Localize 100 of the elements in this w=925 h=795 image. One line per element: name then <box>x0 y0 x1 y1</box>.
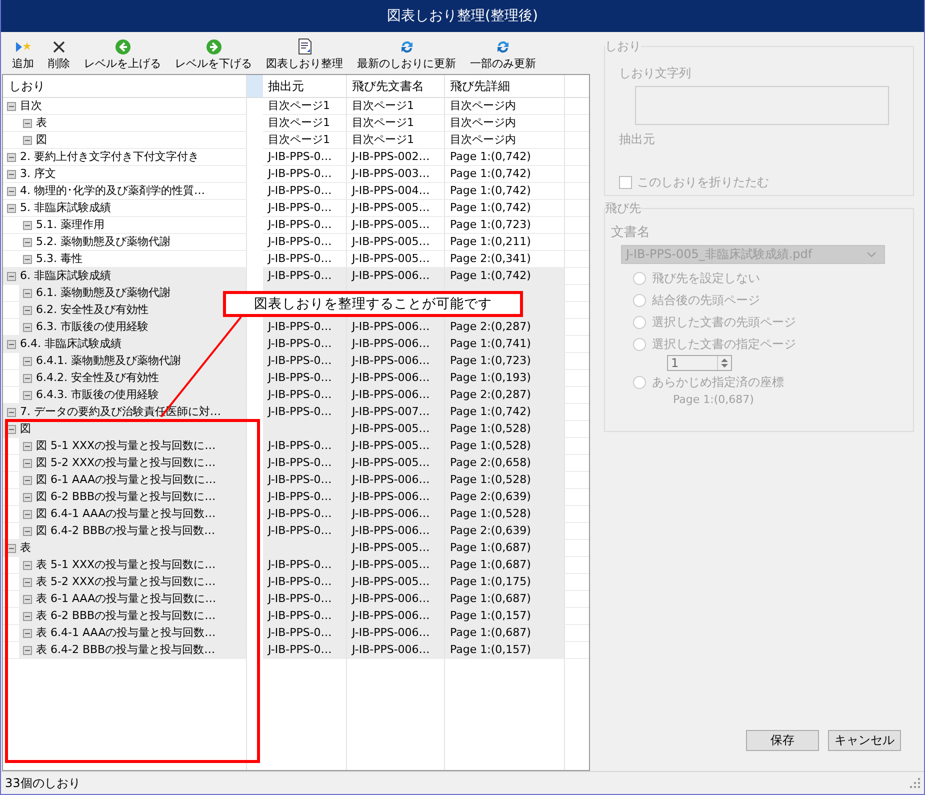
table-cell: J-IB-PPS-006… <box>347 353 445 370</box>
resize-grip-icon <box>910 778 920 788</box>
table-cell: J-IB-PPS-0… <box>263 404 347 421</box>
tree-row[interactable]: 図 6-2 BBBの投与量と投与回数に… <box>19 489 246 505</box>
table-cell: J-IB-PPS-0… <box>263 336 347 353</box>
table-cell: Page 1:(0,742) <box>445 166 565 183</box>
tree-row[interactable]: 3. 序文 <box>3 166 246 182</box>
table-cell: J-IB-PPS-0… <box>263 217 347 234</box>
table-cell: Page 1:(0,157) <box>445 608 565 625</box>
collapse-icon <box>23 390 32 400</box>
tree-row[interactable]: 図 5-2 XXXの投与量と投与回数に… <box>19 455 246 471</box>
toolbar-button[interactable]: 図表しおり整理 <box>262 38 347 74</box>
tree-row[interactable]: 表 <box>19 115 246 131</box>
table-cell: J-IB-PPS-006… <box>347 387 445 404</box>
tree-row[interactable]: 6.4.2. 安全性及び有効性 <box>19 370 246 386</box>
coordinate-text: Page 1:(0,687) <box>673 393 755 406</box>
tree-row[interactable]: 6.4.1. 薬物動態及び薬物代謝 <box>19 353 246 369</box>
tree-row[interactable]: 6.4. 非臨床試験成績 <box>3 336 246 352</box>
table-cell: J-IB-PPS-005… <box>347 234 445 251</box>
bookmark-label: 表 <box>36 115 47 131</box>
radio-label: 選択した文書の指定ページ <box>652 336 796 353</box>
tree-row[interactable]: 図 6-1 AAAの投与量と投与回数に… <box>19 472 246 488</box>
table-cell: Page 1:(0,687) <box>445 591 565 608</box>
table-cell: Page 1:(0,687) <box>445 557 565 574</box>
tree-row[interactable]: 目次 <box>3 98 246 114</box>
bookmark-label: 図 5-1 XXXの投与量と投与回数に… <box>36 438 216 454</box>
tree-row[interactable]: 図 6.4-1 AAAの投与量と投与回数… <box>19 506 246 522</box>
table-cell: 目次ページ1 <box>263 132 347 149</box>
table-cell: Page 1:(0,741) <box>445 336 565 353</box>
table-cell: J-IB-PPS-005… <box>347 557 445 574</box>
tree-row[interactable]: 表 6.4-2 BBBの投与量と投与回数… <box>19 642 246 658</box>
collapse-icon <box>7 272 16 280</box>
tree-row[interactable]: 5. 非臨床試験成績 <box>3 200 246 216</box>
table-cell: J-IB-PPS-006… <box>347 319 445 336</box>
tree-row[interactable]: 5.1. 薬理作用 <box>19 217 246 233</box>
table-cell: J-IB-PPS-0… <box>263 489 347 506</box>
table-cell: J-IB-PPS-006… <box>347 472 445 489</box>
tree-row[interactable]: 図 5-1 XXXの投与量と投与回数に… <box>19 438 246 454</box>
tree-row[interactable]: 6.2. 安全性及び有効性 <box>19 302 246 318</box>
table-cell: 目次ページ内 <box>445 132 565 149</box>
collapse-icon <box>23 288 32 298</box>
table-cell: Page 2:(0,639) <box>445 489 565 506</box>
table-cell: Page 1:(0,742) <box>445 149 565 166</box>
tree-row[interactable]: 表 6-2 BBBの投与量と投与回数に… <box>19 608 246 624</box>
tree-row[interactable]: 5.2. 薬物動態及び薬物代謝 <box>19 234 246 250</box>
toolbar-button[interactable]: 削除 <box>44 38 74 74</box>
toolbar-button[interactable]: レベルを下げる <box>171 38 256 74</box>
tree-row[interactable]: 表 6.4-1 AAAの投与量と投与回数… <box>19 625 246 641</box>
tree-row[interactable]: 図 6.4-2 BBBの投与量と投与回数… <box>19 523 246 539</box>
column-header: 飛び先文書名 <box>352 79 424 93</box>
table-cell: J-IB-PPS-004… <box>347 183 445 200</box>
bookmark-label: 表 6.4-1 AAAの投与量と投与回数… <box>36 625 216 641</box>
table-cell: J-IB-PPS-006… <box>347 625 445 642</box>
table-cell: J-IB-PPS-006… <box>347 336 445 353</box>
bookmark-label: 6.1. 薬物動態及び薬物代謝 <box>36 285 170 301</box>
table-cell: J-IB-PPS-006… <box>347 268 445 285</box>
table-cell: Page 1:(0,528) <box>445 438 565 455</box>
collapse-icon <box>23 560 32 570</box>
tree-row[interactable]: 6.1. 薬物動態及び薬物代謝 <box>19 285 246 301</box>
table-cell: J-IB-PPS-0… <box>263 506 347 523</box>
collapse-icon <box>7 408 16 416</box>
toolbar-button[interactable]: レベルを上げる <box>80 38 165 74</box>
table-cell: J-IB-PPS-0… <box>263 268 347 285</box>
collapse-icon <box>23 628 32 638</box>
table-cell: Page 1:(0,742) <box>445 268 565 285</box>
table-cell: J-IB-PPS-0… <box>263 591 347 608</box>
table-cell: J-IB-PPS-005… <box>347 455 445 472</box>
toolbar-button[interactable]: 一部のみ更新 <box>466 38 540 74</box>
bookmark-label: 6. 非臨床試験成績 <box>20 268 111 284</box>
dialog-button[interactable]: 保存 <box>746 730 819 751</box>
tree-row[interactable]: 4. 物理的･化学的及び薬剤学的性質… <box>3 183 246 199</box>
tree-row[interactable]: 図 <box>3 421 246 437</box>
radio-label: あらかじめ指定済の座標 <box>652 374 784 391</box>
table-cell: 目次ページ1 <box>263 98 347 115</box>
dialog-button[interactable]: キャンセル <box>828 730 901 751</box>
tree-row[interactable]: 表 6-1 AAAの投与量と投与回数に… <box>19 591 246 607</box>
collapse-icon <box>7 186 16 196</box>
bookmark-label: 表 6-2 BBBの投与量と投与回数に… <box>36 608 216 624</box>
table-cell: J-IB-PPS-0… <box>263 455 347 472</box>
tree-row[interactable]: 5.3. 毒性 <box>19 251 246 267</box>
toolbar-button[interactable]: 追加 <box>8 38 38 74</box>
table-cell: Page 1:(0,211) <box>445 234 565 251</box>
tree-row[interactable]: 6. 非臨床試験成績 <box>3 268 246 284</box>
collapse-icon <box>7 340 16 348</box>
tree-row[interactable]: 図 <box>19 132 246 148</box>
table-cell: J-IB-PPS-0… <box>263 625 347 642</box>
toolbar-button[interactable]: 最新のしおりに更新 <box>353 38 460 74</box>
table-cell: J-IB-PPS-0… <box>263 523 347 540</box>
tree-row[interactable]: 表 5-2 XXXの投与量と投与回数に… <box>19 574 246 590</box>
bookmark-label: 3. 序文 <box>20 166 56 182</box>
table-cell: Page 2:(0,639) <box>445 523 565 540</box>
tree-row[interactable]: 表 <box>3 540 246 556</box>
table-cell: J-IB-PPS-005… <box>347 540 445 557</box>
tree-row[interactable]: 6.3. 市販後の使用経験 <box>19 319 246 335</box>
collapse-icon <box>23 510 32 518</box>
table-cell: J-IB-PPS-0… <box>263 438 347 455</box>
tree-row[interactable]: 6.4.3. 市販後の使用経験 <box>19 387 246 403</box>
table-cell: J-IB-PPS-0… <box>263 319 347 336</box>
tree-row[interactable]: 表 5-1 XXXの投与量と投与回数に… <box>19 557 246 573</box>
tree-row[interactable]: 2. 要約上付き文字付き下付文字付き <box>3 149 246 165</box>
